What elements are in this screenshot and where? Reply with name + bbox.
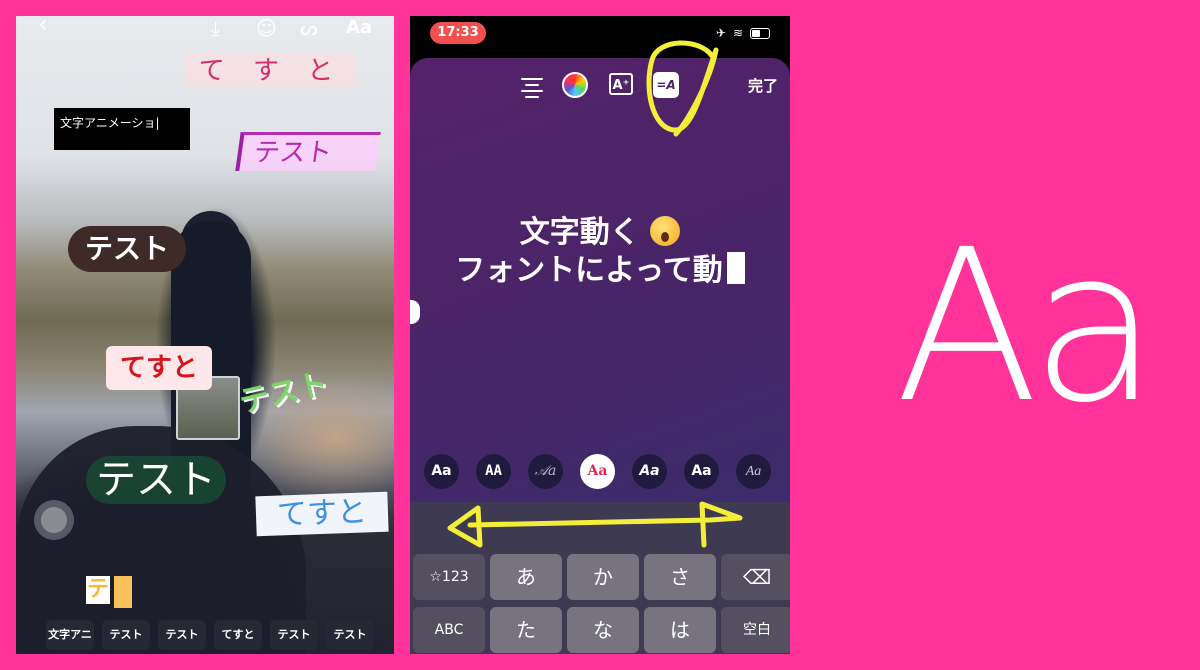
wifi-icon: ≋ <box>732 26 743 40</box>
text-icon[interactable]: Aa <box>346 18 372 38</box>
font-option-selected[interactable]: Aa <box>580 454 615 489</box>
key-na[interactable]: な <box>567 607 639 653</box>
text-sticker[interactable]: テスト <box>68 226 186 272</box>
align-center-icon[interactable] <box>520 74 544 98</box>
status-time: 17:33 <box>430 22 486 44</box>
font-option[interactable]: Aa <box>632 454 667 489</box>
text-editor-screen: 17:33 ✈ ≋ A⁺ =A 完了 文字動く フォントによって動 Aa AA … <box>410 16 790 654</box>
text-sticker-editing[interactable]: 文字アニメーショ| <box>54 108 190 150</box>
text-layer-strip: 文字アニ テスト テスト てすと テスト テスト <box>46 620 374 650</box>
text-sticker[interactable]: てすと <box>106 346 212 390</box>
text-line-2: フォントによって動 <box>455 253 723 288</box>
key-ka[interactable]: か <box>567 554 639 600</box>
layer-item[interactable]: テスト <box>270 620 318 650</box>
text-sticker[interactable]: テスト <box>235 132 381 171</box>
key-ha[interactable]: は <box>644 607 716 653</box>
done-button[interactable]: 完了 <box>748 75 778 96</box>
key-a[interactable]: あ <box>490 554 562 600</box>
big-aa-label: Aa <box>895 204 1159 449</box>
sticker-icon[interactable]: ☺ <box>256 18 277 38</box>
layer-item[interactable]: 文字アニ <box>46 620 94 650</box>
text-sticker[interactable]: て す と <box>186 54 356 88</box>
text-sticker[interactable]: テ <box>86 576 110 604</box>
story-text-input[interactable]: 文字動く フォントによって動 <box>410 214 790 290</box>
layer-item[interactable]: テスト <box>158 620 206 650</box>
draw-icon[interactable]: ᔕ <box>300 18 318 38</box>
record-button[interactable] <box>34 500 74 540</box>
text-animation-button[interactable]: =A <box>653 72 679 98</box>
keyboard-suggestion-bar <box>410 502 790 554</box>
text-edit-sheet: A⁺ =A 完了 文字動く フォントによって動 Aa AA 𝒜a Aa Aa A… <box>410 58 790 654</box>
backspace-key[interactable]: ⌫ <box>721 554 790 600</box>
status-bar: 17:33 ✈ ≋ <box>410 16 790 56</box>
key-sa[interactable]: さ <box>644 554 716 600</box>
color-wheel-icon[interactable] <box>562 72 588 98</box>
status-icons: ✈ ≋ <box>716 26 770 40</box>
keyboard: ☆123 あ か さ ⌫ ABC た な は 空白 <box>410 502 790 654</box>
text-line-1: 文字動く <box>519 215 640 250</box>
text-toolbar: A⁺ =A 完了 <box>410 72 790 102</box>
back-icon[interactable]: ‹ <box>38 16 48 36</box>
text-size-slider-handle[interactable] <box>410 300 420 324</box>
text-sticker[interactable]: てすと <box>255 491 389 537</box>
text-effect-button[interactable]: A⁺ <box>609 73 633 95</box>
story-editor-screen: ‹ ⤓ ☺ ᔕ Aa て す と 文字アニメーショ| テスト テスト てすと テ… <box>16 16 394 654</box>
layer-item[interactable]: てすと <box>214 620 262 650</box>
layer-item[interactable]: テスト <box>102 620 150 650</box>
key-abc[interactable]: ABC <box>413 607 485 653</box>
text-cursor <box>726 252 745 284</box>
key-symbols[interactable]: ☆123 <box>413 554 485 600</box>
layer-item[interactable]: テスト <box>326 620 374 650</box>
font-option[interactable]: 𝒜a <box>528 454 563 489</box>
airplane-icon: ✈ <box>715 26 726 40</box>
key-ta[interactable]: た <box>490 607 562 653</box>
font-option[interactable]: Aa <box>424 454 459 489</box>
space-key[interactable]: 空白 <box>721 607 790 653</box>
font-option[interactable]: AA <box>476 454 511 489</box>
download-icon[interactable]: ⤓ <box>211 18 220 38</box>
font-option[interactable]: Aa <box>684 454 719 489</box>
font-option[interactable]: Aa <box>736 454 771 489</box>
font-picker: Aa AA 𝒜a Aa Aa Aa Aa <box>424 454 771 489</box>
story-top-toolbar: ‹ ⤓ ☺ ᔕ Aa <box>16 16 394 50</box>
astonished-emoji-icon <box>650 216 681 246</box>
text-sticker[interactable]: テスト <box>86 456 226 504</box>
text-cursor <box>114 576 132 608</box>
battery-icon <box>750 27 770 39</box>
